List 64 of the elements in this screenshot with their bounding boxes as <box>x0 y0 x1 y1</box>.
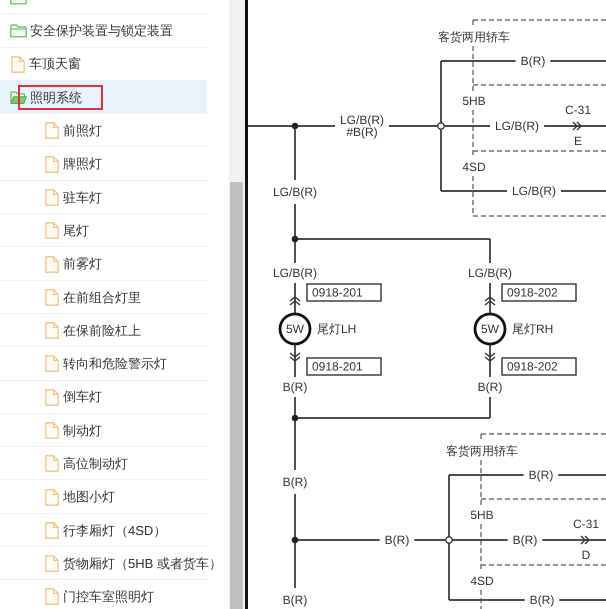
pin-label: E <box>574 134 582 148</box>
pin-label: D <box>582 548 590 562</box>
document-icon <box>45 555 59 572</box>
wire-label: LG/B(R) <box>495 119 539 133</box>
connector-chevron-icon <box>580 535 590 545</box>
document-icon <box>45 388 59 406</box>
splice-dot-icon <box>292 414 298 422</box>
document-icon <box>45 355 59 372</box>
wire-label: B(R) <box>478 380 502 394</box>
connector-label: C-31 <box>573 517 599 531</box>
document-icon <box>45 156 59 173</box>
connector-chevron-icon <box>572 121 582 131</box>
wire-label: B(R) <box>282 380 308 394</box>
scrollbar-thumb[interactable] <box>230 182 243 609</box>
scrollbar-track[interactable] <box>229 0 245 609</box>
variant-label: 4SD <box>470 574 494 588</box>
wire-label: LG/B(R) <box>512 184 556 198</box>
variant-group-title: 客货两用轿车 <box>438 30 510 44</box>
wire-label: B(R) <box>384 533 410 547</box>
wire-alt-label: #B(R) <box>346 125 378 139</box>
lamp-label: 尾灯LH <box>317 322 356 336</box>
document-icon <box>45 222 59 240</box>
document-icon <box>45 588 59 606</box>
connector-chevron-icon <box>484 296 496 306</box>
wire-label: LG/B(R) <box>273 266 317 280</box>
wire-label: B(R) <box>282 593 308 607</box>
document-icon <box>45 256 59 273</box>
document-icon <box>45 422 59 439</box>
document-icon <box>45 522 59 539</box>
connector-tag: 0918-201 <box>306 283 382 302</box>
variant-label: 5HB <box>470 508 494 522</box>
junction-circle-icon <box>445 536 453 544</box>
splice-dot-icon <box>292 536 298 544</box>
wire-label: B(R) <box>282 475 308 489</box>
document-icon <box>45 488 59 506</box>
lamp-bulb: 5W <box>474 312 506 346</box>
connector-tag: 0918-202 <box>501 283 577 302</box>
document-icon <box>45 122 59 140</box>
document-icon <box>11 56 25 73</box>
connector-tag: 0918-202 <box>501 357 577 376</box>
splice-dot-icon <box>292 122 298 130</box>
variant-label: 4SD <box>462 160 486 174</box>
wire-label: B(R) <box>530 593 554 607</box>
document-icon <box>45 322 59 340</box>
wire-label: B(R) <box>528 468 554 482</box>
connector-chevron-icon <box>289 296 301 306</box>
connector-label: C-31 <box>565 103 591 117</box>
document-icon <box>45 188 59 206</box>
wire-label: B(R) <box>520 54 546 68</box>
junction-circle-icon <box>437 122 445 130</box>
variant-group-title: 客货两用轿车 <box>446 444 518 458</box>
document-icon <box>45 288 59 306</box>
wire-label: B(R) <box>512 533 538 547</box>
variant-label: 5HB <box>462 94 486 108</box>
connector-chevron-icon <box>484 352 496 362</box>
wire-label: LG/B(R) <box>273 185 317 199</box>
lamp-bulb: 5W <box>278 312 312 346</box>
wire-label: LG/B(R) <box>340 113 384 127</box>
wire-label: LG/B(R) <box>468 266 512 280</box>
splice-dot-icon <box>292 236 298 242</box>
document-icon <box>45 455 59 472</box>
connector-chevron-icon <box>289 352 301 362</box>
connector-tag: 0918-201 <box>306 357 382 376</box>
lamp-label: 尾灯RH <box>512 322 554 336</box>
